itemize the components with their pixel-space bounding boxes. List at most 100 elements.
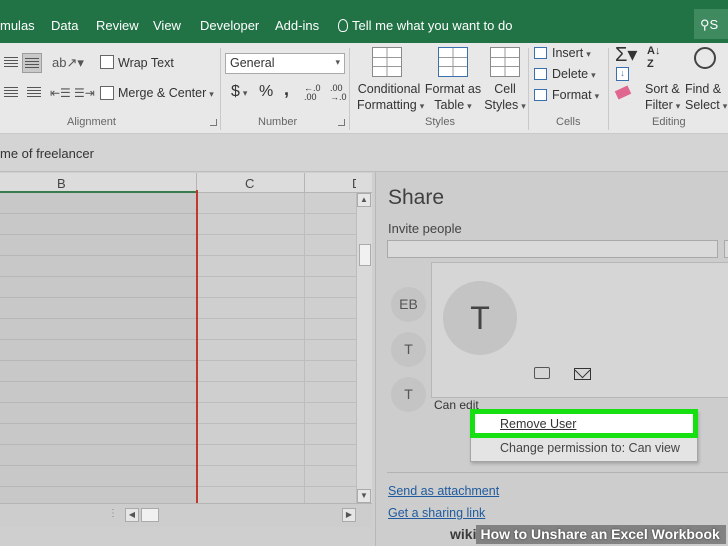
conditional-formatting-icon: [372, 47, 402, 77]
user-account-button[interactable]: ⚲S: [694, 9, 728, 39]
scroll-down-button[interactable]: ▼: [357, 489, 371, 503]
column-divider: [304, 173, 305, 193]
change-permission-menu-item[interactable]: Change permission to: Can view: [500, 441, 680, 455]
number-group-label: Number: [258, 116, 298, 128]
page-break-line: [196, 190, 198, 505]
tab-view[interactable]: View: [153, 18, 181, 33]
formula-bar-content[interactable]: me of freelancer: [0, 146, 94, 161]
scroll-up-button[interactable]: ▲: [357, 193, 371, 207]
invite-people-input[interactable]: [387, 240, 718, 258]
insert-button[interactable]: Insert: [552, 46, 591, 60]
delete-cells-icon: [534, 68, 547, 80]
tell-me-search[interactable]: Tell me what you want to do: [338, 18, 512, 33]
format-button[interactable]: Format: [552, 88, 599, 102]
watermark-title: How to Unshare an Excel Workbook: [476, 525, 726, 544]
chevron-down-icon: ▾: [335, 57, 340, 67]
remove-user-label: Remove User: [500, 417, 577, 431]
currency-button[interactable]: $: [231, 83, 247, 101]
align-left-icon[interactable]: [4, 87, 18, 99]
invite-people-label: Invite people: [388, 221, 462, 236]
column-header-b[interactable]: B: [57, 176, 66, 191]
conditional-formatting-line1: Conditional: [357, 82, 421, 96]
vertical-scroll-thumb[interactable]: [359, 244, 371, 266]
wrap-text-button[interactable]: Wrap Text: [118, 56, 174, 70]
align-top-icon[interactable]: [4, 57, 18, 69]
autosum-icon[interactable]: Σ▾: [615, 42, 637, 67]
fill-icon[interactable]: ↓: [616, 67, 629, 81]
conditional-formatting-button[interactable]: Conditional Formatting: [357, 81, 421, 114]
number-format-value: General: [230, 56, 275, 70]
mail-icon[interactable]: [574, 368, 591, 380]
column-header-d[interactable]: D: [352, 176, 356, 191]
lightbulb-icon: [338, 19, 348, 32]
split-handle-icon[interactable]: ⋮: [108, 508, 118, 519]
merge-center-button[interactable]: Merge & Center: [118, 86, 214, 100]
align-center-icon[interactable]: [27, 87, 41, 99]
tell-me-text: Tell me what you want to do: [352, 18, 513, 33]
align-middle-icon: [25, 58, 39, 70]
formula-bar: [0, 134, 728, 172]
format-as-table-button[interactable]: Format as Table: [424, 81, 482, 114]
alignment-group-label: Alignment: [67, 116, 116, 128]
tab-data[interactable]: Data: [51, 18, 78, 33]
column-header-row: [0, 173, 372, 193]
conditional-formatting-line2: Formatting: [357, 97, 421, 114]
merge-center-icon: [100, 86, 114, 100]
align-middle-button[interactable]: [22, 53, 42, 73]
format-as-table-line2: Table: [424, 97, 482, 114]
delete-button[interactable]: Delete: [552, 67, 596, 81]
group-separator: [528, 48, 529, 130]
alignment-launcher-icon[interactable]: [210, 119, 217, 126]
tab-review[interactable]: Review: [96, 18, 139, 33]
vertical-scrollbar[interactable]: [356, 193, 372, 503]
percent-button[interactable]: %: [259, 83, 273, 101]
avatar[interactable]: T: [391, 332, 426, 367]
number-format-select[interactable]: General ▾: [225, 53, 345, 74]
find-select-line2: Select: [685, 97, 727, 114]
cell-styles-line2: Styles: [480, 97, 530, 114]
sort-filter-button[interactable]: Sort & Filter: [645, 81, 680, 114]
address-book-button[interactable]: [724, 240, 728, 258]
editing-group-label: Editing: [652, 116, 686, 128]
user-badge: S: [709, 17, 719, 32]
selected-column-b[interactable]: [0, 193, 197, 503]
increase-indent-icon[interactable]: ☰⇥: [74, 86, 95, 100]
watermark-brand: wiki: [450, 526, 477, 542]
group-separator: [608, 48, 609, 130]
comma-button[interactable]: ,: [284, 79, 289, 100]
format-cells-icon: [534, 89, 547, 101]
scroll-right-button[interactable]: ▶: [342, 508, 356, 522]
scroll-left-button[interactable]: ◀: [125, 508, 139, 522]
number-launcher-icon[interactable]: [338, 119, 345, 126]
horizontal-scroll-thumb[interactable]: [141, 508, 159, 522]
group-separator: [220, 48, 221, 130]
cell-styles-icon: [490, 47, 520, 77]
tab-formulas[interactable]: mulas: [0, 18, 35, 33]
horizontal-scrollbar[interactable]: [0, 503, 372, 527]
find-magnifier-icon: [694, 47, 716, 69]
sort-filter-line2: Filter: [645, 97, 680, 114]
column-selection-edge: [0, 191, 197, 193]
send-as-attachment-link[interactable]: Send as attachment: [388, 484, 499, 498]
comment-icon[interactable]: [534, 367, 550, 379]
tab-developer[interactable]: Developer: [200, 18, 259, 33]
decrease-indent-icon[interactable]: ⇤☰: [50, 86, 71, 100]
avatar[interactable]: T: [391, 377, 426, 412]
cell-styles-button[interactable]: Cell Styles: [480, 81, 530, 114]
format-as-table-line1: Format as: [424, 82, 482, 96]
find-select-button[interactable]: Find & Select: [685, 81, 727, 114]
increase-decimal-button[interactable]: ←.0 .00: [304, 84, 324, 102]
remove-user-menu-item[interactable]: Remove User: [470, 409, 698, 438]
decrease-decimal-button[interactable]: .00 →.0: [330, 84, 350, 102]
tab-add-ins[interactable]: Add-ins: [275, 18, 319, 33]
user-icon: ⚲: [700, 17, 710, 32]
get-sharing-link[interactable]: Get a sharing link: [388, 506, 485, 520]
format-as-table-icon: [438, 47, 468, 77]
column-header-c[interactable]: C: [245, 176, 254, 191]
watermark: wiki How to Unshare an Excel Workbook: [450, 525, 726, 546]
wrap-text-icon: [100, 55, 114, 69]
orientation-icon[interactable]: ab↗▾: [52, 55, 84, 71]
find-select-line1: Find &: [685, 82, 722, 96]
pane-divider: [387, 472, 728, 473]
avatar[interactable]: EB: [391, 287, 426, 322]
